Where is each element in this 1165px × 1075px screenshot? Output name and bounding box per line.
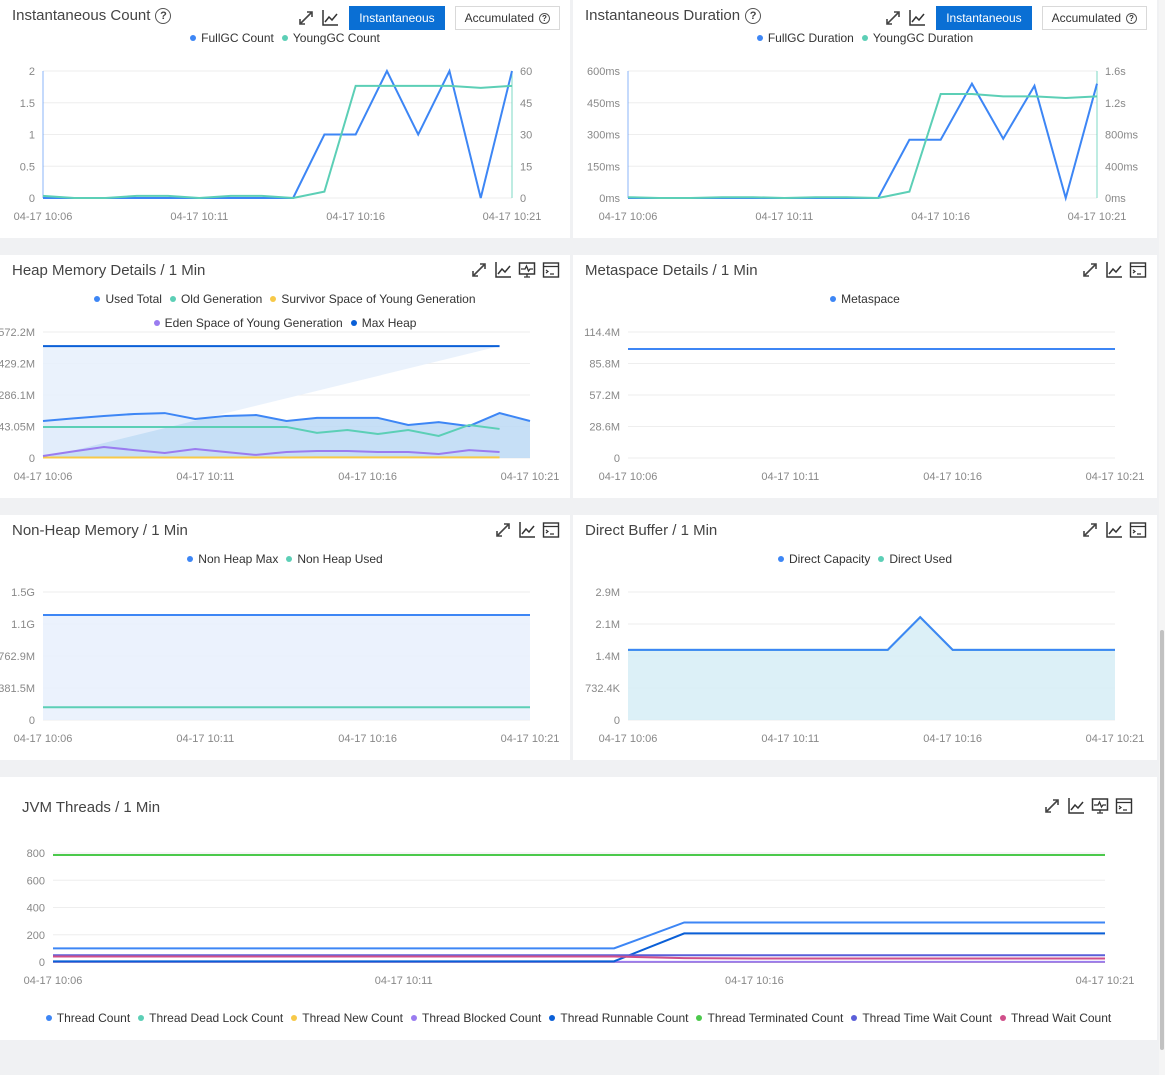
panel-gc-count: Instantaneous Count? Instantaneous Accumul… <box>0 0 570 238</box>
y2-tick-label: 0 <box>520 193 526 205</box>
chart-gc-duration: 0ms 150ms 300ms 450ms 600ms 0ms 400ms 800ms 1.2s… <box>587 66 1139 223</box>
series-line <box>628 615 1115 651</box>
x-tick-label: 04-17 10:11 <box>176 733 234 745</box>
panel-metaspace: Metaspace Details / 1 Min Metaspace 0 28.6M… <box>573 255 1157 498</box>
y-tick-label: 200 <box>27 930 45 942</box>
y2-tick-label: 15 <box>520 161 532 173</box>
y-tick-label: 572.2M <box>0 327 35 339</box>
x-tick-label: 04-17 10:16 <box>911 211 970 223</box>
series-area <box>43 615 530 720</box>
panel-threads: JVM Threads / 1 Min Thread Count Thread De… <box>0 777 1157 1040</box>
y-tick-label: 1.5 <box>20 98 35 110</box>
y-tick-label: 0 <box>614 453 620 465</box>
y2-tick-label: 1.2s <box>1105 98 1126 110</box>
panel-nonheap: Non-Heap Memory / 1 Min Non Heap Max Non H… <box>0 515 570 760</box>
y-tick-label: 286.1M <box>0 390 35 402</box>
x-tick-label: 04-17 10:11 <box>176 471 234 483</box>
x-tick-label: 04-17 10:21 <box>501 733 560 745</box>
x-tick-label: 04-17 10:06 <box>14 211 73 223</box>
x-tick-label: 04-17 10:21 <box>1086 733 1145 745</box>
y-tick-label: 1 <box>29 130 35 142</box>
y2-tick-label: 30 <box>520 130 532 142</box>
panel-heap: Heap Memory Details / 1 Min Used Total Old… <box>0 255 570 498</box>
x-tick-label: 04-17 10:06 <box>599 733 658 745</box>
y2-tick-label: 60 <box>520 66 532 78</box>
series-line <box>627 93 1098 200</box>
y-tick-label: 2.9M <box>596 587 620 599</box>
x-tick-label: 04-17 10:16 <box>923 471 982 483</box>
y-tick-label: 300ms <box>587 130 621 142</box>
y-tick-label: 429.2M <box>0 359 35 371</box>
series-line <box>53 955 1105 960</box>
x-tick-label: 04-17 10:16 <box>338 471 397 483</box>
chart-heap: 0 143.05M 286.1M 429.2M 572.2M 04-17 10:06 04-… <box>0 327 560 483</box>
series-area <box>628 617 1115 720</box>
x-tick-label: 04-17 10:06 <box>599 211 658 223</box>
x-tick-label: 04-17 10:16 <box>725 975 784 987</box>
x-tick-label: 04-17 10:11 <box>755 211 813 223</box>
y-tick-label: 800 <box>27 848 45 860</box>
panel-direct: Direct Buffer / 1 Min Direct Capacity Dire… <box>573 515 1157 760</box>
x-tick-label: 04-17 10:21 <box>1086 471 1145 483</box>
y2-tick-label: 0ms <box>1105 193 1126 205</box>
x-tick-label: 04-17 10:06 <box>14 471 73 483</box>
y-tick-label: 0 <box>29 193 35 205</box>
x-tick-label: 04-17 10:06 <box>14 733 73 745</box>
y-tick-label: 28.6M <box>589 422 620 434</box>
chart-direct: 0 732.4K 1.4M 2.1M 2.9M 04-17 10:06 04-17 10:1… <box>585 587 1145 745</box>
chart-threads: 0 200 400 600 800 04-17 10:06 04-17 10:11 04-17… <box>24 848 1135 987</box>
x-tick-label: 04-17 10:11 <box>170 211 228 223</box>
x-tick-label: 04-17 10:11 <box>761 733 819 745</box>
panel-gc-duration: Instantaneous Duration? Instantaneous Accu… <box>573 0 1157 238</box>
x-tick-label: 04-17 10:11 <box>375 975 433 987</box>
y-tick-label: 1.5G <box>11 587 35 599</box>
y-tick-label: 732.4K <box>585 683 621 695</box>
y-tick-label: 1.1G <box>11 619 35 631</box>
series-line <box>628 81 1098 202</box>
x-tick-label: 04-17 10:06 <box>599 471 658 483</box>
y2-tick-label: 800ms <box>1105 130 1139 142</box>
x-tick-label: 04-17 10:06 <box>24 975 83 987</box>
y-tick-label: 0 <box>29 715 35 727</box>
y-tick-label: 762.9M <box>0 651 35 663</box>
y2-tick-label: 45 <box>520 98 532 110</box>
y-tick-label: 0ms <box>599 193 620 205</box>
chart-gc-count: 0 0.5 1 1.5 2 0 15 30 45 60 04-17 10:06 04-17 10:11… <box>14 66 542 223</box>
y-tick-label: 600ms <box>587 66 621 78</box>
y-tick-label: 0 <box>39 957 45 969</box>
y-tick-label: 400 <box>27 903 45 915</box>
y-tick-label: 0 <box>614 715 620 727</box>
x-tick-label: 04-17 10:21 <box>483 211 542 223</box>
x-tick-label: 04-17 10:21 <box>501 471 560 483</box>
series-line <box>628 615 1115 651</box>
y2-tick-label: 1.6s <box>1105 66 1126 78</box>
y-tick-label: 57.2M <box>589 390 620 402</box>
x-tick-label: 04-17 10:21 <box>1076 975 1135 987</box>
y-tick-label: 1.4M <box>596 651 620 663</box>
x-tick-label: 04-17 10:16 <box>338 733 397 745</box>
y-tick-label: 143.05M <box>0 422 35 434</box>
y-tick-label: 85.8M <box>589 359 620 371</box>
x-tick-label: 04-17 10:16 <box>326 211 385 223</box>
y-tick-label: 2 <box>29 66 35 78</box>
series-line <box>53 921 1105 950</box>
x-tick-label: 04-17 10:11 <box>761 471 819 483</box>
x-tick-label: 04-17 10:21 <box>1068 211 1127 223</box>
y2-tick-label: 400ms <box>1105 161 1139 173</box>
y-tick-label: 600 <box>27 875 45 887</box>
y-tick-label: 0.5 <box>20 161 35 173</box>
x-tick-label: 04-17 10:16 <box>923 733 982 745</box>
y-tick-label: 2.1M <box>596 619 620 631</box>
y-tick-label: 381.5M <box>0 683 35 695</box>
y-tick-label: 150ms <box>587 161 621 173</box>
chart-metaspace: 0 28.6M 57.2M 85.8M 114.4M 04-17 10:06 04-17 1… <box>584 327 1145 483</box>
y-tick-label: 450ms <box>587 98 621 110</box>
y-tick-label: 0 <box>29 453 35 465</box>
chart-nonheap: 0 381.5M 762.9M 1.1G 1.5G 04-17 10:06 04-17 10… <box>0 587 560 745</box>
scrollbar-thumb[interactable] <box>1160 630 1164 1050</box>
y-tick-label: 114.4M <box>584 327 620 339</box>
